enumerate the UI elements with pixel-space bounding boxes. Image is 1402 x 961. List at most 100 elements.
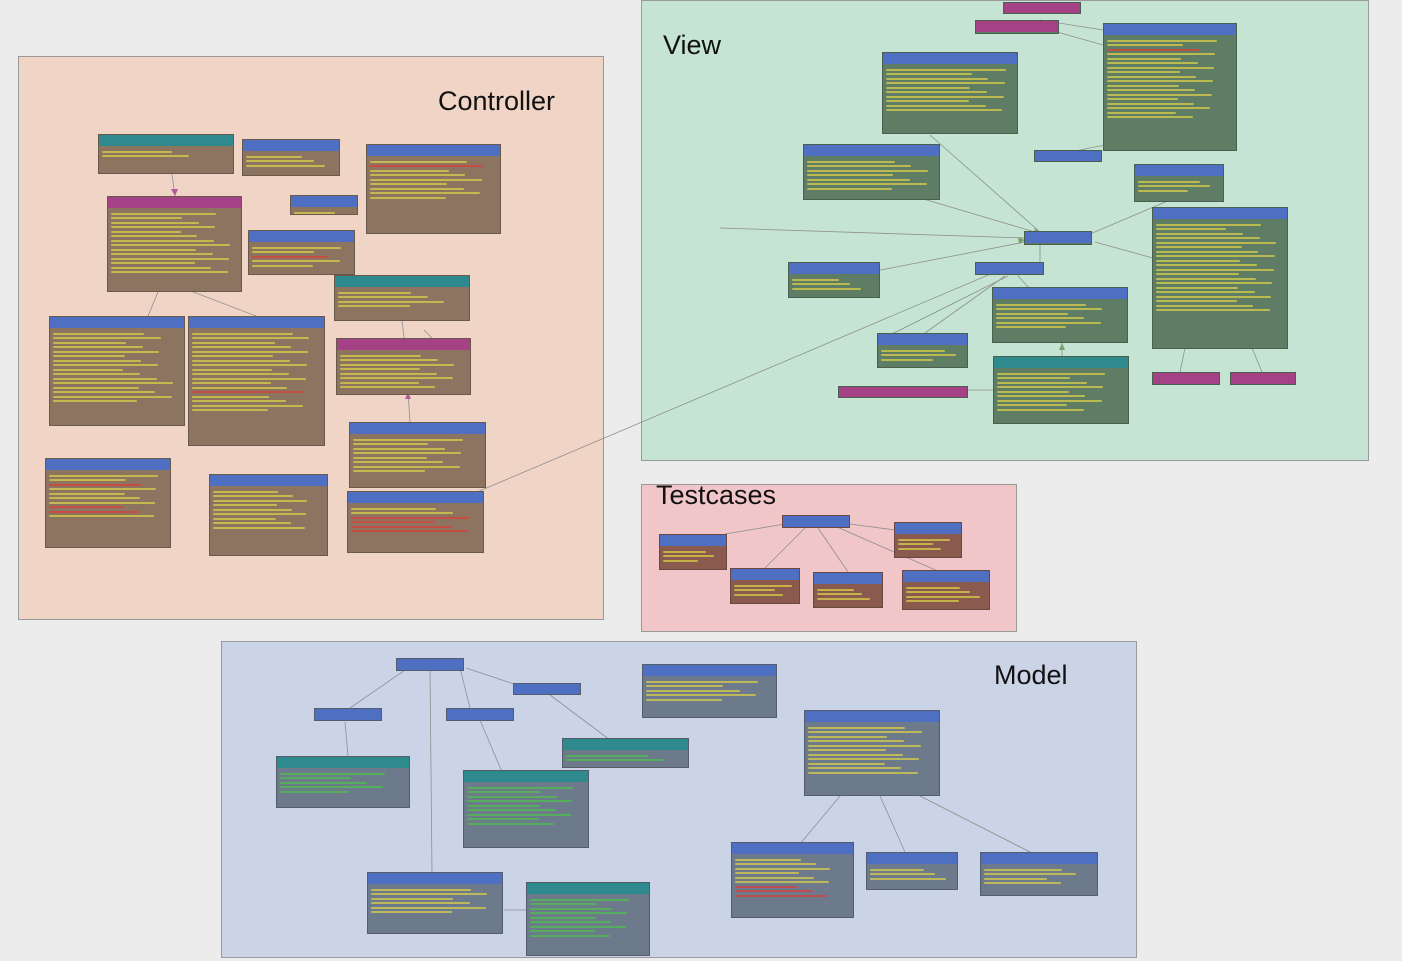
class-box[interactable] xyxy=(1152,207,1288,349)
class-box[interactable] xyxy=(290,195,358,215)
protocol-box[interactable] xyxy=(1003,2,1081,14)
class-box[interactable] xyxy=(446,708,514,721)
member-line xyxy=(280,777,351,779)
member-line xyxy=(340,363,455,366)
member-line xyxy=(192,332,293,335)
class-box[interactable] xyxy=(1134,164,1224,202)
member-line xyxy=(467,822,555,825)
member-line xyxy=(280,781,367,784)
member-line xyxy=(735,894,829,897)
class-box[interactable] xyxy=(513,683,581,695)
extension-box[interactable] xyxy=(334,275,470,321)
class-box[interactable] xyxy=(730,568,800,604)
class-box-header xyxy=(189,317,324,328)
protocol-box[interactable] xyxy=(838,386,968,398)
extension-box[interactable] xyxy=(562,738,689,768)
member-line xyxy=(1156,237,1260,239)
member-line xyxy=(886,86,971,89)
member-line xyxy=(192,382,271,384)
class-box[interactable] xyxy=(804,710,940,796)
member-line xyxy=(817,588,855,591)
class-box-header xyxy=(350,423,485,434)
member-line xyxy=(792,283,850,285)
member-line xyxy=(213,508,292,511)
class-box[interactable] xyxy=(248,230,355,275)
protocol-box[interactable] xyxy=(1230,372,1296,385)
class-box[interactable] xyxy=(45,458,171,548)
class-box[interactable] xyxy=(1034,150,1102,162)
member-line xyxy=(371,902,470,904)
member-line xyxy=(192,400,287,402)
class-box[interactable] xyxy=(992,287,1128,343)
member-line xyxy=(192,377,306,380)
member-line xyxy=(49,497,140,499)
class-box-header xyxy=(783,516,849,527)
protocol-box[interactable] xyxy=(336,338,471,395)
class-box[interactable] xyxy=(980,852,1098,896)
protocol-box[interactable] xyxy=(1152,372,1220,385)
class-box[interactable] xyxy=(788,262,880,298)
extension-box[interactable] xyxy=(276,756,410,808)
member-line xyxy=(807,178,911,181)
class-box[interactable] xyxy=(188,316,325,446)
member-line xyxy=(906,586,960,589)
class-box-header xyxy=(50,317,184,328)
class-box[interactable] xyxy=(894,522,962,558)
class-box[interactable] xyxy=(782,515,850,528)
member-line xyxy=(530,930,595,932)
member-line xyxy=(1156,250,1259,253)
member-line xyxy=(53,341,126,344)
class-box[interactable] xyxy=(366,144,501,234)
extension-box[interactable] xyxy=(526,882,650,956)
member-line xyxy=(984,882,1061,884)
member-line xyxy=(53,332,144,335)
member-line xyxy=(467,804,541,807)
class-box[interactable] xyxy=(1024,231,1092,245)
member-line xyxy=(213,504,278,506)
class-box[interactable] xyxy=(49,316,185,426)
class-box-header xyxy=(976,21,1058,32)
class-box-header xyxy=(1004,3,1080,13)
member-line xyxy=(370,187,464,190)
class-box[interactable] xyxy=(242,139,340,176)
member-line xyxy=(1156,228,1227,230)
class-box-header xyxy=(514,684,580,694)
member-line xyxy=(817,593,863,595)
member-line xyxy=(53,391,156,393)
member-line xyxy=(808,758,920,760)
member-line xyxy=(1156,282,1273,284)
member-line xyxy=(566,754,649,757)
class-box[interactable] xyxy=(866,852,958,890)
class-box[interactable] xyxy=(731,842,854,918)
class-box[interactable] xyxy=(314,708,382,721)
protocol-box[interactable] xyxy=(975,20,1059,34)
class-box[interactable] xyxy=(882,52,1018,134)
class-box[interactable] xyxy=(877,333,968,368)
member-line xyxy=(808,731,922,733)
protocol-box[interactable] xyxy=(107,196,242,292)
class-box[interactable] xyxy=(367,872,503,934)
class-box[interactable] xyxy=(347,491,484,553)
class-box[interactable] xyxy=(975,262,1044,275)
class-box[interactable] xyxy=(209,474,328,556)
class-box[interactable] xyxy=(659,534,727,570)
extension-box[interactable] xyxy=(463,770,589,848)
member-line xyxy=(984,877,1047,880)
extension-box[interactable] xyxy=(98,134,234,174)
class-box[interactable] xyxy=(396,658,464,671)
extension-box[interactable] xyxy=(993,356,1129,424)
member-line xyxy=(370,169,449,172)
class-box-members xyxy=(883,64,1017,116)
class-box-members xyxy=(789,274,879,294)
member-line xyxy=(111,230,181,233)
member-line xyxy=(49,501,156,504)
member-line xyxy=(1156,309,1270,311)
class-box[interactable] xyxy=(902,570,990,610)
class-box[interactable] xyxy=(803,144,940,200)
class-box[interactable] xyxy=(1103,23,1237,151)
class-box-header xyxy=(1135,165,1223,176)
class-box[interactable] xyxy=(642,664,777,718)
controller-package-title: Controller xyxy=(438,86,556,116)
class-box[interactable] xyxy=(349,422,486,488)
class-box[interactable] xyxy=(813,572,883,608)
